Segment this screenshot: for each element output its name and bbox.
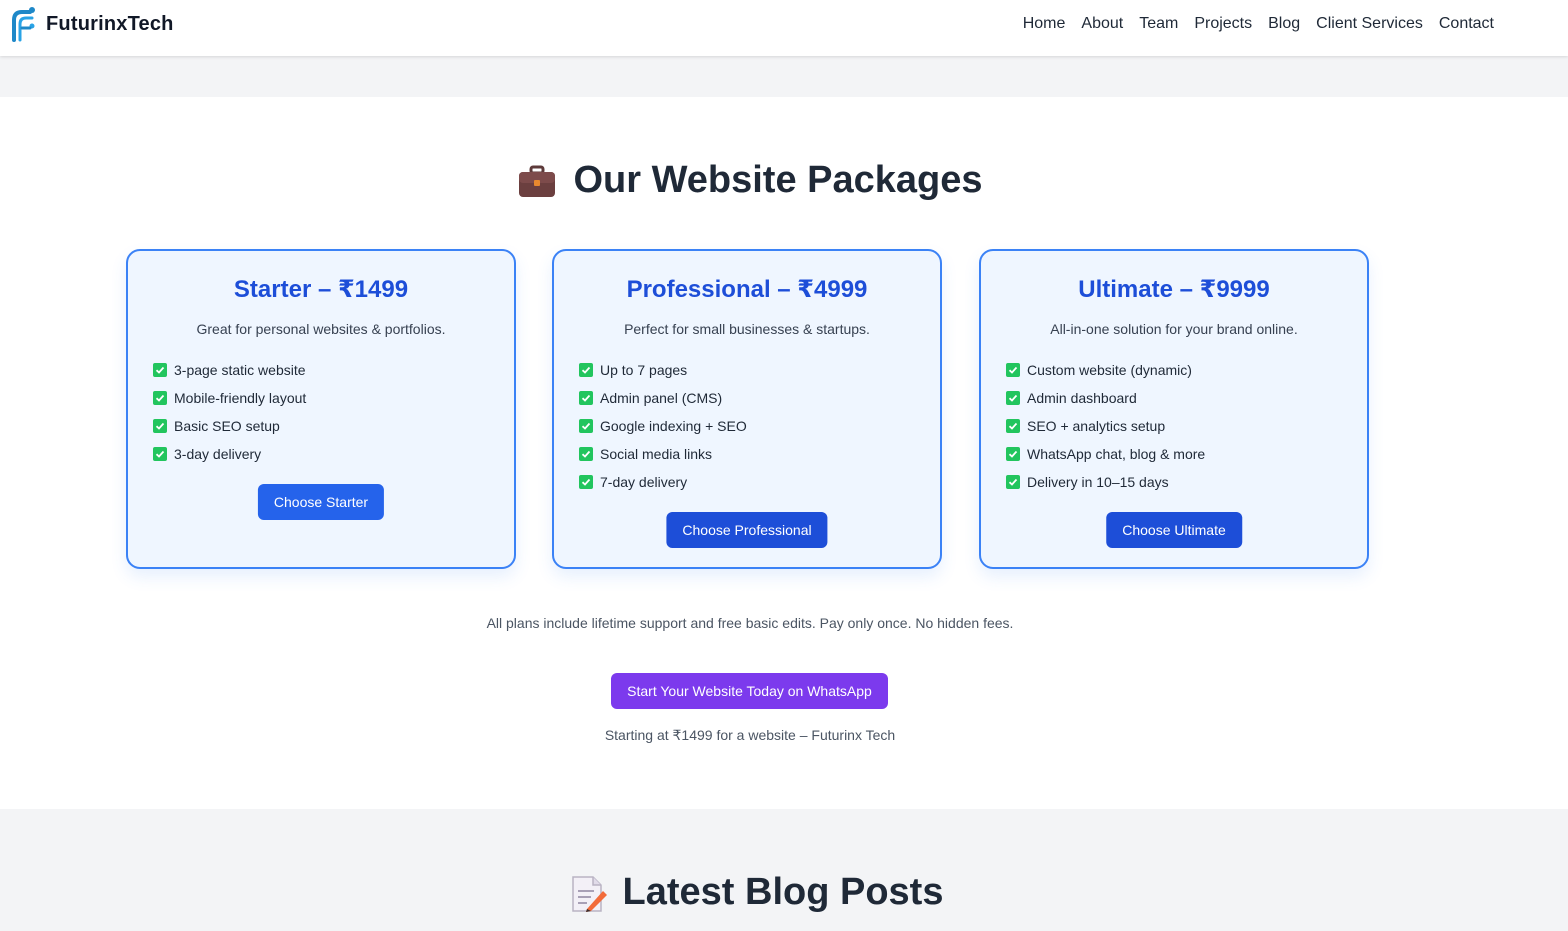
- check-icon: [579, 419, 593, 433]
- choose-starter-button[interactable]: Choose Starter: [257, 484, 385, 520]
- check-icon: [579, 363, 593, 377]
- feature-item: Mobile-friendly layout: [153, 384, 306, 412]
- feature-item: Basic SEO setup: [153, 412, 306, 440]
- feature-item: Social media links: [579, 440, 747, 468]
- feature-list: 3-page static website Mobile-friendly la…: [153, 356, 306, 468]
- nav-contact[interactable]: Contact: [1431, 14, 1502, 34]
- check-icon: [153, 391, 167, 405]
- futurinx-logo-icon: [12, 7, 35, 42]
- check-icon: [579, 447, 593, 461]
- feature-item: 3-day delivery: [153, 440, 306, 468]
- pricing-tagline: Starting at ₹1499 for a website – Futuri…: [604, 727, 896, 743]
- check-icon: [579, 475, 593, 489]
- feature-item: Up to 7 pages: [579, 356, 747, 384]
- feature-item: Delivery in 10–15 days: [1006, 468, 1205, 496]
- choose-ultimate-button[interactable]: Choose Ultimate: [1106, 512, 1242, 548]
- main-nav: Home About Team Projects Blog Client Ser…: [1015, 14, 1502, 34]
- card-description: Great for personal websites & portfolios…: [196, 321, 446, 337]
- nav-team[interactable]: Team: [1131, 14, 1186, 34]
- check-icon: [579, 391, 593, 405]
- card-title: Professional – ₹4999: [626, 276, 868, 303]
- blog-section: Latest Blog Posts: [0, 809, 1568, 931]
- feature-text: Admin panel (CMS): [600, 390, 723, 406]
- memo-icon: [571, 875, 607, 912]
- blog-title-text: Latest Blog Posts: [622, 871, 944, 913]
- check-icon: [1006, 419, 1020, 433]
- check-icon: [153, 419, 167, 433]
- check-icon: [1006, 391, 1020, 405]
- feature-item: WhatsApp chat, blog & more: [1006, 440, 1205, 468]
- feature-list: Up to 7 pages Admin panel (CMS) Google i…: [579, 356, 747, 496]
- feature-item: Admin panel (CMS): [579, 384, 747, 412]
- nav-blog[interactable]: Blog: [1260, 14, 1308, 34]
- nav-about[interactable]: About: [1073, 14, 1131, 34]
- check-icon: [153, 363, 167, 377]
- feature-text: Google indexing + SEO: [600, 418, 747, 434]
- card-title: Starter – ₹1499: [233, 276, 409, 303]
- card-title: Ultimate – ₹9999: [1078, 276, 1270, 303]
- feature-text: Admin dashboard: [1027, 390, 1137, 406]
- feature-item: 7-day delivery: [579, 468, 747, 496]
- check-icon: [1006, 475, 1020, 489]
- brand-name: FuturinxTech: [46, 12, 174, 35]
- feature-item: Custom website (dynamic): [1006, 356, 1205, 384]
- check-icon: [153, 447, 167, 461]
- whatsapp-cta-button[interactable]: Start Your Website Today on WhatsApp: [611, 673, 888, 709]
- blog-title: Latest Blog Posts: [0, 871, 1510, 914]
- navbar: FuturinxTech Home About Team Projects Bl…: [0, 0, 1568, 56]
- feature-item: Admin dashboard: [1006, 384, 1205, 412]
- feature-list: Custom website (dynamic) Admin dashboard…: [1006, 356, 1205, 496]
- feature-text: Custom website (dynamic): [1027, 362, 1192, 378]
- card-description: All-in-one solution for your brand onlin…: [1050, 321, 1298, 337]
- nav-projects[interactable]: Projects: [1186, 14, 1260, 34]
- plans-note: All plans include lifetime support and f…: [486, 615, 1014, 631]
- feature-item: Google indexing + SEO: [579, 412, 747, 440]
- feature-item: SEO + analytics setup: [1006, 412, 1205, 440]
- briefcase-icon: [519, 165, 556, 197]
- nav-client-services[interactable]: Client Services: [1308, 14, 1431, 34]
- feature-text: Social media links: [600, 446, 713, 462]
- feature-text: SEO + analytics setup: [1027, 418, 1166, 434]
- feature-text: 7-day delivery: [600, 474, 688, 490]
- feature-text: Up to 7 pages: [600, 362, 688, 378]
- choose-professional-button[interactable]: Choose Professional: [666, 512, 828, 548]
- feature-text: WhatsApp chat, blog & more: [1027, 446, 1206, 462]
- package-card-starter: Starter – ₹1499 Great for personal websi…: [126, 249, 516, 569]
- brand-link[interactable]: FuturinxTech: [8, 6, 174, 42]
- nav-home[interactable]: Home: [1015, 14, 1074, 34]
- package-card-ultimate: Ultimate – ₹9999 All-in-one solution for…: [979, 249, 1369, 569]
- feature-text: 3-day delivery: [174, 446, 262, 462]
- check-icon: [1006, 363, 1020, 377]
- check-icon: [1006, 447, 1020, 461]
- feature-text: Basic SEO setup: [174, 418, 280, 434]
- feature-text: Mobile-friendly layout: [174, 390, 307, 406]
- package-card-professional: Professional – ₹4999 Perfect for small b…: [552, 249, 942, 569]
- feature-text: Delivery in 10–15 days: [1027, 474, 1169, 490]
- card-description: Perfect for small businesses & startups.: [624, 321, 870, 337]
- feature-item: 3-page static website: [153, 356, 306, 384]
- packages-title-text: Our Website Packages: [573, 159, 983, 201]
- feature-text: 3-page static website: [174, 362, 306, 378]
- packages-section: Our Website Packages Starter – ₹1499 Gre…: [0, 97, 1568, 809]
- packages-title: Our Website Packages: [0, 159, 1500, 202]
- top-band: [0, 56, 1568, 97]
